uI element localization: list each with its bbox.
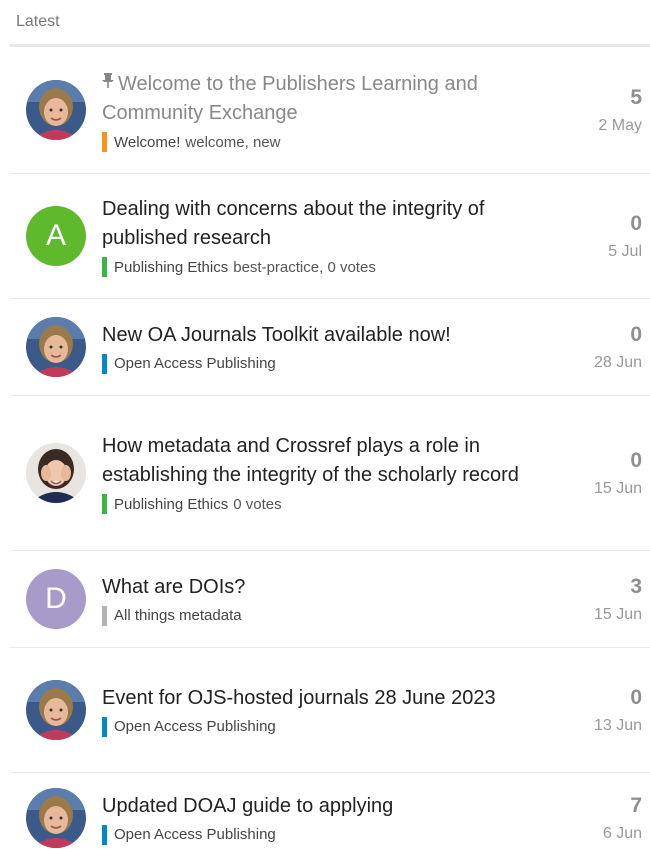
topic-title-link[interactable]: Event for OJS-hosted journals 28 June 20…: [102, 684, 530, 713]
category-link[interactable]: Open Access Publishing: [114, 718, 276, 735]
topic-title-link[interactable]: Updated DOAJ guide to applying: [102, 792, 530, 821]
activity-date[interactable]: 15 Jun: [540, 480, 642, 498]
category-link[interactable]: Open Access Publishing: [114, 355, 276, 372]
topic-row[interactable]: New OA Journals Toolkit available now! O…: [10, 299, 650, 396]
topic-meta: Open Access Publishing: [102, 716, 530, 737]
topic-stats: 7 6 Jun: [540, 793, 650, 843]
activity-date[interactable]: 13 Jun: [540, 717, 642, 735]
category-link[interactable]: Open Access Publishing: [114, 826, 276, 843]
user-avatar[interactable]: [26, 788, 86, 848]
topic-meta: Welcome! welcome, new: [102, 132, 530, 152]
section-title: Latest: [16, 13, 60, 30]
topic-title-link[interactable]: New OA Journals Toolkit available now!: [102, 321, 530, 350]
reply-count[interactable]: 0: [540, 211, 642, 237]
pin-icon: [102, 68, 114, 97]
avatar-photo-icon: [26, 788, 86, 848]
topic-title-link[interactable]: Welcome to the Publishers Learning and C…: [102, 68, 530, 128]
topic-meta: Open Access Publishing: [102, 824, 530, 845]
activity-date[interactable]: 15 Jun: [540, 606, 642, 624]
topic-row[interactable]: Updated DOAJ guide to applying Open Acce…: [10, 773, 650, 849]
topic-title-link[interactable]: Dealing with concerns about the integrit…: [102, 195, 530, 253]
reply-count[interactable]: 5: [540, 85, 642, 111]
category-color-bar: [102, 824, 107, 845]
avatar-letter: A: [45, 219, 66, 252]
avatar-photo-icon: [26, 680, 86, 740]
topic-stats: 5 2 May: [540, 85, 650, 135]
topic-title-link[interactable]: How metadata and Crossref plays a role i…: [102, 432, 530, 490]
reply-count[interactable]: 0: [540, 685, 642, 711]
user-avatar[interactable]: A: [26, 206, 86, 266]
topic-title-text: Welcome to the Publishers Learning and C…: [102, 73, 478, 124]
topic-title-link[interactable]: What are DOIs?: [102, 573, 530, 602]
category-link[interactable]: Publishing Ethics: [114, 496, 228, 513]
topic-row[interactable]: D What are DOIs? All things metadata 3 1…: [10, 551, 650, 648]
topic-row[interactable]: How metadata and Crossref plays a role i…: [10, 396, 650, 551]
topic-meta: All things metadata: [102, 605, 530, 626]
category-color-bar: [102, 353, 107, 374]
activity-date[interactable]: 6 Jun: [540, 825, 642, 843]
avatar-photo-icon: [26, 80, 86, 140]
vote-count: 0 votes: [233, 495, 282, 513]
topic-row[interactable]: A Dealing with concerns about the integr…: [10, 174, 650, 299]
topic-stats: 3 15 Jun: [540, 574, 650, 624]
category-color-bar: [102, 132, 107, 152]
reply-count[interactable]: 3: [540, 574, 642, 600]
category-color-bar: [102, 605, 107, 626]
topic-meta: Open Access Publishing: [102, 353, 530, 374]
category-link[interactable]: All things metadata: [114, 607, 242, 624]
user-avatar[interactable]: [26, 317, 86, 377]
vote-count: 0 votes: [327, 258, 376, 276]
topic-meta: Publishing Ethics best-practice, 0 votes: [102, 257, 530, 277]
category-link[interactable]: Publishing Ethics: [114, 259, 228, 276]
activity-date[interactable]: 2 May: [540, 117, 642, 135]
user-avatar[interactable]: D: [26, 569, 86, 629]
avatar-photo-icon: [26, 317, 86, 377]
latest-topics-page: Latest Welcome to the Publishers Learnin…: [0, 0, 650, 849]
topic-row[interactable]: Welcome to the Publishers Learning and C…: [10, 47, 650, 174]
topic-stats: 0 15 Jun: [540, 448, 650, 498]
topic-tags[interactable]: best-practice,: [233, 259, 323, 276]
reply-count[interactable]: 0: [540, 448, 642, 474]
user-avatar[interactable]: [26, 80, 86, 140]
reply-count[interactable]: 7: [540, 793, 642, 819]
activity-date[interactable]: 28 Jun: [540, 354, 642, 372]
reply-count[interactable]: 0: [540, 322, 642, 348]
topic-meta: Publishing Ethics 0 votes: [102, 494, 530, 514]
category-color-bar: [102, 257, 107, 277]
avatar-photo-icon: [26, 443, 86, 503]
activity-date[interactable]: 5 Jul: [540, 243, 642, 261]
user-avatar[interactable]: [26, 680, 86, 740]
topic-row[interactable]: Event for OJS-hosted journals 28 June 20…: [10, 648, 650, 773]
topic-tags[interactable]: welcome, new: [185, 134, 280, 151]
category-color-bar: [102, 494, 107, 514]
category-link[interactable]: Welcome!: [114, 134, 180, 151]
avatar-letter: D: [45, 582, 67, 615]
topic-list: Welcome to the Publishers Learning and C…: [10, 47, 650, 849]
topic-stats: 0 28 Jun: [540, 322, 650, 372]
user-avatar[interactable]: [26, 443, 86, 503]
category-color-bar: [102, 716, 107, 737]
topic-stats: 0 5 Jul: [540, 211, 650, 261]
topic-stats: 0 13 Jun: [540, 685, 650, 735]
